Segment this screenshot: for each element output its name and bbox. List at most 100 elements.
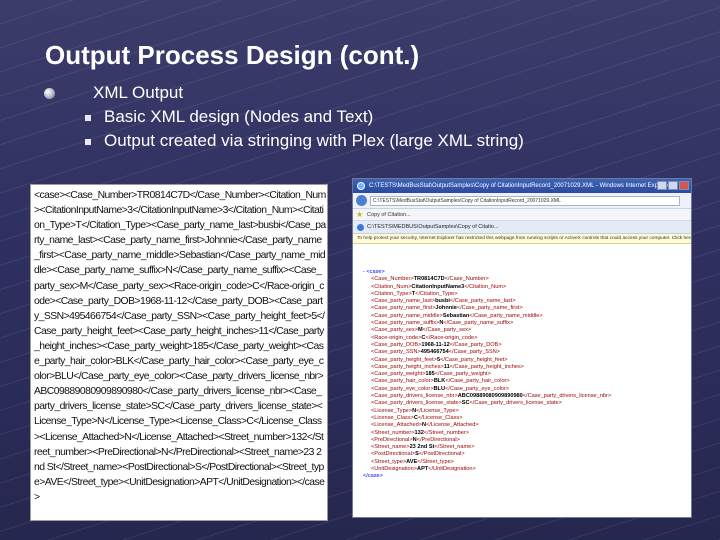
xml-close-tag: </Race-origin_code> [425,334,478,341]
xml-open-tag: <Citation_Num> [371,283,412,290]
xml-node-value: APT [417,466,429,473]
xml-open-tag: <Case_party_name_first> [371,305,436,312]
xml-close-tag: </Case_party_DOB> [449,341,502,348]
xml-close-tag: </Case_party_drivers_license_state> [469,400,562,407]
raw-xml-string: <case><Case_Number>TR0814C7D</Case_Numbe… [34,190,326,503]
xml-open-tag: <Street_name> [371,444,410,451]
xml-node-line: <Case_Number>TR0814C7D</Case_Number> [363,276,688,283]
xml-close-tag: </Case_party_SSN> [448,349,501,356]
xml-node-value: Johnnie [435,305,457,312]
sub-bullet-text: Output created via stringing with Plex (… [104,131,524,150]
xml-close-tag: </Case_party_drivers_license_nbr> [522,393,612,400]
xml-close-tag: </Case_Number> [444,276,489,283]
square-bullet-icon [85,115,91,121]
xml-open-tag: <Street_type> [371,458,407,465]
xml-open-tag: <License_Class> [371,414,414,421]
close-icon[interactable] [679,181,689,190]
xml-open-tag: <Case_party_drivers_license_nbr> [371,393,458,400]
address-input[interactable]: C:\TESTS\MedBusStat\OutputSamples\Copy o… [370,196,680,206]
xml-tree-view: - <case> <Case_Number>TR0814C7D</Case_Nu… [363,269,688,481]
xml-node-value: 495466754 [420,349,449,356]
xml-open-tag: <Street_number> [371,429,415,436]
xml-close-tag: </PostDirectional> [418,451,465,458]
xml-open-tag: <License_Attached> [371,422,423,429]
xml-root-open[interactable]: - <case> [363,269,688,276]
xml-node-line: <Case_party_DOB>1968-11-12</Case_party_D… [363,342,688,349]
slide-title: Output Process Design (cont.) [45,40,420,70]
xml-node-value: Sebastian [442,312,470,319]
xml-node-line: <Case_party_name_last>busbi</Case_party_… [363,298,688,305]
xml-root-close: </case> [363,473,383,480]
xml-node-value: BLU [433,385,446,392]
xml-node-value: 1968-11-12 [421,341,450,348]
xml-node-line: <Case_party_name_first>Johnnie</Case_par… [363,305,688,312]
xml-close-tag: </Street_type> [417,458,454,465]
xml-close-tag: </Citation_Type> [415,290,458,297]
xml-close-tag: </Case_party_name_suffix> [443,320,514,327]
xml-close-tag: </License_Attached> [426,422,479,429]
xml-node-value: ABC09889080909890980 [457,393,523,400]
xml-close-tag: </Street_name> [434,444,475,451]
back-arrow-icon[interactable] [356,195,367,206]
xml-node-value: SC [461,400,470,407]
xml-node-line: <Case_party_weight>185</Case_party_weigh… [363,371,688,378]
xml-node-line: <Case_party_sex>M</Case_party_sex> [363,327,688,334]
xml-node-line: <Case_party_height_inches>11</Case_party… [363,364,688,371]
xml-open-tag: <Case_party_height_inches> [371,363,444,370]
xml-close-tag: </Case_party_height_feet> [440,356,508,363]
xml-open-tag: <Race-origin_code> [371,334,422,341]
xml-open-tag: <UnitDesignation> [371,466,418,473]
raw-xml-screenshot: <case><Case_Number>TR0814C7D</Case_Numbe… [30,184,328,521]
xml-close-tag: </Case_party_name_first> [456,305,523,312]
xml-node-value: BLK [433,378,446,385]
xml-close-tag: </Case_party_hair_color> [445,378,510,385]
minimize-icon[interactable] [657,181,667,190]
xml-node-line: <Citation_Type>T</Citation_Type> [363,291,688,298]
xml-node-value: busbi [435,298,450,305]
xml-open-tag: <Case_party_SSN> [371,349,421,356]
window-title: C:\TESTS\MedBusStat\OutputSamples\Copy o… [369,183,670,189]
xml-open-tag: <Case_party_height_feet> [371,356,437,363]
xml-node-line: <Case_party_name_suffix>N</Case_party_na… [363,320,688,327]
xml-close-tag: </License_Type> [416,407,459,414]
xml-close-tag: </Citation_Num> [464,283,507,290]
xml-node-value: 185 [425,371,435,378]
bullet-item: XML Output [44,81,684,105]
second-window-bar: C:\TESTS\MEDBUS\OutputSamples\Copy of Ci… [353,221,691,234]
xml-node-value: TR0814C7D [413,276,445,283]
xml-node-value: 132 [414,429,424,436]
xml-close-tag: </Case_party_name_last> [449,298,516,305]
xml-close-tag: </Case_party_height_inches> [449,363,525,370]
xml-close-tag: </PreDirectional> [416,436,460,443]
xml-node-line: <Case_party_eye_color>BLU</Case_party_ey… [363,386,688,393]
xml-open-tag: <PostDirectional> [371,451,416,458]
xml-close-tag: </Street_number> [423,429,469,436]
xml-open-tag: <Case_party_sex> [371,327,418,334]
favorites-star-icon[interactable]: ★ [356,210,363,220]
window-controls [657,181,689,190]
xml-node-line: <PostDirectional>S</PostDirectional> [363,451,688,458]
xml-node-line: <UnitDesignation>APT</UnitDesignation> [363,466,688,473]
sub-bullet-text: Basic XML design (Nodes and Text) [104,107,374,126]
maximize-icon[interactable] [668,181,678,190]
xml-close-tag: </Case_party_sex> [422,327,472,334]
xml-open-tag: <Case_party_weight> [371,371,426,378]
xml-node-value: 23 2nd St [409,444,435,451]
xml-open-tag: <Case_party_name_suffix> [371,320,440,327]
xml-node-line: <Case_party_name_middle>Sebastian</Case_… [363,313,688,320]
xml-open-tag: <Case_party_name_last> [371,298,436,305]
xml-open-tag: <Case_party_eye_color> [371,385,434,392]
xml-node-line: <Street_type>AVE</Street_type> [363,459,688,466]
xml-node-line: <Case_party_hair_color>BLK</Case_party_h… [363,378,688,385]
browser-tab[interactable]: Copy of Citation... [367,210,411,220]
window-titlebar: C:\TESTS\MedBusStat\OutputSamples\Copy o… [353,179,691,193]
xml-close-tag: </Case_party_eye_color> [445,385,510,392]
security-infobar[interactable]: To help protect your security, Internet … [353,234,691,244]
bullet-list: XML Output Basic XML design (Nodes and T… [44,81,684,153]
address-bar: C:\TESTS\MedBusStat\OutputSamples\Copy o… [353,193,691,209]
xml-node-line: <License_Class>C</License_Class> [363,415,688,422]
xml-node-line: <Street_number>132</Street_number> [363,430,688,437]
browser-window-screenshot: C:\TESTS\MedBusStat\OutputSamples\Copy o… [352,178,692,518]
xml-open-tag: <Citation_Type> [371,290,412,297]
xml-node-line: <Case_party_height_feet>5</Case_party_he… [363,357,688,364]
